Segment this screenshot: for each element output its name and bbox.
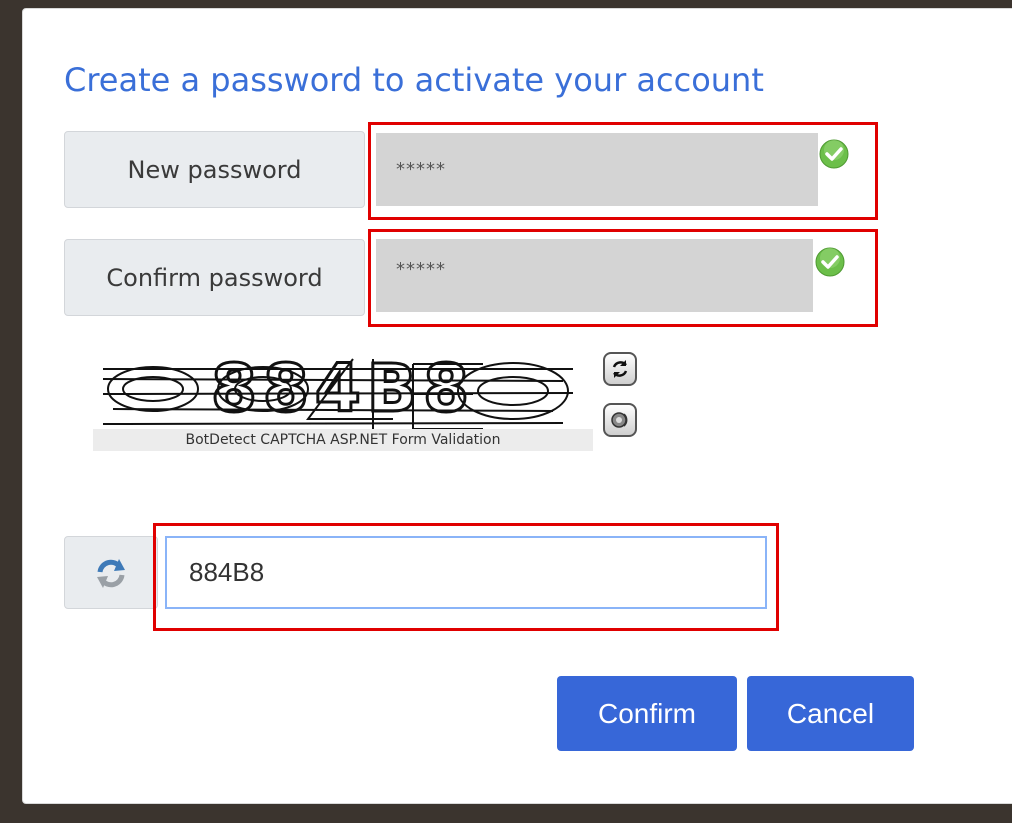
captcha-caption: BotDetect CAPTCHA ASP.NET Form Validatio… [93,429,593,451]
speaker-icon [611,412,628,428]
captcha-sound-button[interactable] [603,403,637,437]
confirm-password-label: Confirm password [64,239,365,316]
captcha-code-input[interactable]: 884B8 [165,536,767,609]
cancel-button[interactable]: Cancel [747,676,914,751]
captcha-reload-button[interactable] [603,352,637,386]
confirm-password-valid-check-icon [815,247,845,277]
dialog-panel: Create a password to activate your accou… [22,8,1012,804]
new-password-valid-check-icon [819,139,849,169]
confirm-password-field[interactable]: ***** [376,239,813,312]
captcha-image-text: 884B8 [211,350,475,427]
refresh-icon [97,558,125,588]
new-password-label: New password [64,131,365,208]
captcha-input-addon [64,536,158,609]
confirm-button[interactable]: Confirm [557,676,737,751]
page-title: Create a password to activate your accou… [64,61,764,99]
refresh-icon [612,360,628,378]
new-password-field[interactable]: ***** [376,133,818,206]
